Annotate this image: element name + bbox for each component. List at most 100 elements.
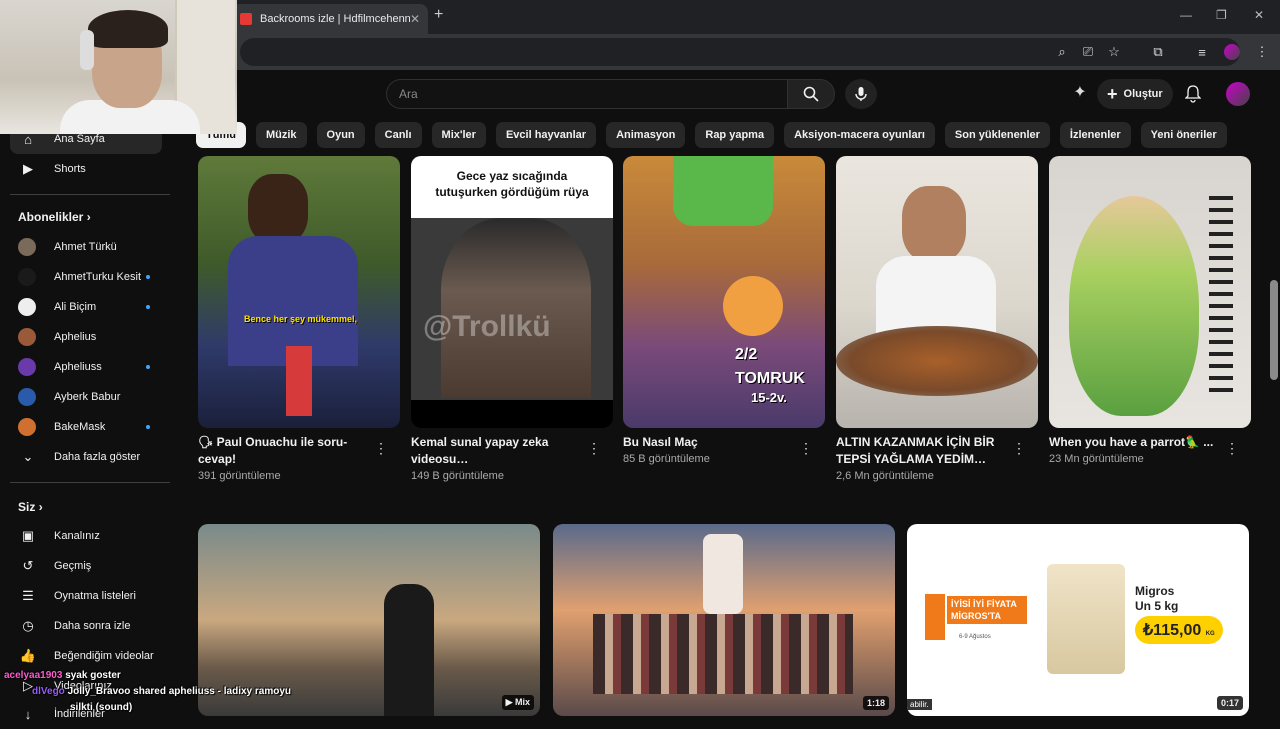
short-overlay-score: 2/2 xyxy=(735,346,758,363)
more-options-icon[interactable]: ⋮ xyxy=(799,440,813,457)
page-scrollbar[interactable] xyxy=(1268,70,1280,720)
short-thumbnail[interactable] xyxy=(836,156,1038,428)
media-control-icon[interactable]: ≡ xyxy=(1194,44,1210,60)
product-name: Un 5 kg xyxy=(1135,599,1179,613)
sidebar-item-history[interactable]: ↺ Geçmiş xyxy=(10,551,162,581)
short-thumbnail[interactable]: Gece yaz sıcağında tutuşurken gördüğüm r… xyxy=(411,156,613,428)
filter-chip[interactable]: Mix'ler xyxy=(431,122,486,148)
sidebar-item-label: Ali Biçim xyxy=(54,301,97,313)
chat-text: silkti (sound) xyxy=(70,702,133,713)
show-more-button[interactable]: ⌄ Daha fazla göster xyxy=(10,442,162,472)
product-price: ₺115,00 KG xyxy=(1135,616,1223,644)
profile-avatar[interactable] xyxy=(1224,44,1240,60)
sidebar-item-watch-later[interactable]: ◷ Daha sonra izle xyxy=(10,611,162,641)
mix-badge: ▶ Mix xyxy=(501,695,534,710)
sidebar-item-label: Shorts xyxy=(54,163,86,175)
video-thumbnail[interactable]: İYİSİ İYİ FİYATA MİGROS'TA 6-9 Ağustos M… xyxy=(907,524,1249,716)
sidebar-item-subscription[interactable]: Ahmet Türkü xyxy=(10,232,162,262)
account-avatar[interactable] xyxy=(1226,82,1250,106)
short-card[interactable]: 2/2 TOMRUK 15-2v. Bu Nasıl Maç 85 B görü… xyxy=(623,156,825,465)
short-title[interactable]: Bu Nasıl Maç xyxy=(623,434,799,451)
minimize-button[interactable]: — xyxy=(1180,8,1192,22)
you-heading[interactable]: Siz › xyxy=(18,500,43,514)
search-input[interactable]: Ara xyxy=(386,79,788,109)
playlists-icon: ☰ xyxy=(22,588,34,603)
sidebar-item-label: Kanalınız xyxy=(54,530,100,542)
short-thumbnail[interactable]: 2/2 TOMRUK 15-2v. xyxy=(623,156,825,428)
sidebar-item-your-channel[interactable]: ▣ Kanalınız xyxy=(10,521,162,551)
filter-chip[interactable]: Evcil hayvanlar xyxy=(495,122,597,148)
maximize-button[interactable]: ❐ xyxy=(1216,8,1227,22)
more-options-icon[interactable]: ⋮ xyxy=(1012,440,1026,457)
you-heading-label: Siz xyxy=(18,500,36,514)
channel-avatar xyxy=(18,418,36,436)
mix-badge-label: Mix xyxy=(514,697,530,707)
short-title[interactable]: Kemal sunal yapay zeka videosu… xyxy=(411,434,587,468)
new-tab-button[interactable]: + xyxy=(434,6,443,24)
short-thumbnail[interactable]: Bence her şey mükemmel, xyxy=(198,156,400,428)
address-bar[interactable]: ⌕ ⎚ ☆ xyxy=(240,38,1240,66)
sidebar-item-label: Ahmet Türkü xyxy=(54,241,117,253)
sidebar-item-label: AhmetTurku Kesit xyxy=(54,271,142,283)
filter-chip[interactable]: Oyun xyxy=(316,122,365,148)
migros-logo-icon xyxy=(925,594,945,640)
sidebar-item-playlists[interactable]: ☰ Oynatma listeleri xyxy=(10,581,162,611)
create-button[interactable]: + Oluştur xyxy=(1097,79,1173,109)
sidebar-item-liked-videos[interactable]: 👍 Beğendiğim videolar xyxy=(10,641,162,671)
close-window-button[interactable]: ✕ xyxy=(1254,8,1264,22)
sidebar-item-subscription[interactable]: Ali Biçim xyxy=(10,292,162,322)
sidebar-item-label: Ana Sayfa xyxy=(54,133,105,145)
filter-chip[interactable]: Müzik xyxy=(255,122,307,148)
short-title[interactable]: When you have a parrot🦜 ... xyxy=(1049,434,1225,451)
ai-sparkle-icon[interactable]: ✦ xyxy=(1072,84,1088,101)
video-thumbnail[interactable]: 1:18 xyxy=(553,524,895,716)
short-card[interactable]: Gece yaz sıcağında tutuşurken gördüğüm r… xyxy=(411,156,613,482)
webcam-person-hair xyxy=(88,10,168,48)
download-icon: ↓ xyxy=(24,706,32,722)
filter-chip[interactable]: Canlı xyxy=(374,122,422,148)
filter-chip[interactable]: Yeni öneriler xyxy=(1140,122,1227,148)
extensions-icon[interactable]: ⧉ xyxy=(1150,44,1166,60)
short-title[interactable]: 🗣 Paul Onuachu ile soru-cevap! xyxy=(198,434,374,468)
sidebar-item-subscription[interactable]: AhmetTurku Kesit xyxy=(10,262,162,292)
sidebar-item-subscription[interactable]: Ayberk Babur xyxy=(10,382,162,412)
more-options-icon[interactable]: ⋮ xyxy=(587,440,601,457)
filter-chip[interactable]: Aksiyon-macera oyunları xyxy=(784,122,935,148)
more-options-icon[interactable]: ⋮ xyxy=(374,440,388,457)
thumbnail-person-head xyxy=(248,174,308,244)
channel-avatar xyxy=(18,238,36,256)
thumbnail-person-head xyxy=(902,186,966,262)
sidebar-item-label: Apheliuss xyxy=(54,361,102,373)
filter-chip[interactable]: Animasyon xyxy=(606,122,686,148)
browser-menu-icon[interactable]: ⋮ xyxy=(1254,44,1270,60)
short-title[interactable]: ALTIN KAZANMAK İÇİN BİR TEPSİ YAĞLAMA YE… xyxy=(836,434,1012,468)
sidebar-item-subscription[interactable]: Aphelius xyxy=(10,322,162,352)
notifications-bell-icon[interactable] xyxy=(1185,85,1201,103)
subscriptions-heading[interactable]: Abonelikler › xyxy=(18,210,91,224)
cast-icon[interactable]: ⎚ xyxy=(1080,44,1096,60)
more-options-icon[interactable]: ⋮ xyxy=(1225,440,1239,457)
short-thumbnail[interactable] xyxy=(1049,156,1251,428)
tab-close-icon[interactable]: ✕ xyxy=(410,12,420,26)
zoom-icon[interactable]: ⌕ xyxy=(1054,44,1070,60)
filter-chip[interactable]: Son yüklenenler xyxy=(944,122,1050,148)
thumbnail-game-character xyxy=(673,156,773,226)
bookmark-star-icon[interactable]: ☆ xyxy=(1106,44,1122,60)
channel-avatar xyxy=(18,298,36,316)
channel-avatar xyxy=(18,358,36,376)
filter-chip[interactable]: İzlenenler xyxy=(1059,122,1131,148)
scrollbar-thumb[interactable] xyxy=(1270,280,1278,380)
short-card[interactable]: ALTIN KAZANMAK İÇİN BİR TEPSİ YAĞLAMA YE… xyxy=(836,156,1038,482)
search-button[interactable] xyxy=(787,79,835,109)
short-views: 2,6 Mn görüntüleme xyxy=(836,470,934,482)
sidebar-item-subscription[interactable]: BakeMask xyxy=(10,412,162,442)
voice-search-button[interactable] xyxy=(845,79,877,109)
short-card[interactable]: Bence her şey mükemmel, 🗣 Paul Onuachu i… xyxy=(198,156,400,482)
browser-tab[interactable]: Backrooms izle | Hdfilmcehennemi ✕ xyxy=(232,4,428,34)
sidebar-item-shorts[interactable]: ▶ Shorts xyxy=(10,154,162,184)
sidebar-item-subscription[interactable]: Apheliuss xyxy=(10,352,162,382)
filter-chip[interactable]: Rap yapma xyxy=(695,122,775,148)
site-favicon-icon xyxy=(240,13,252,25)
channel-avatar xyxy=(18,328,36,346)
short-card[interactable]: When you have a parrot🦜 ... 23 Mn görünt… xyxy=(1049,156,1251,465)
